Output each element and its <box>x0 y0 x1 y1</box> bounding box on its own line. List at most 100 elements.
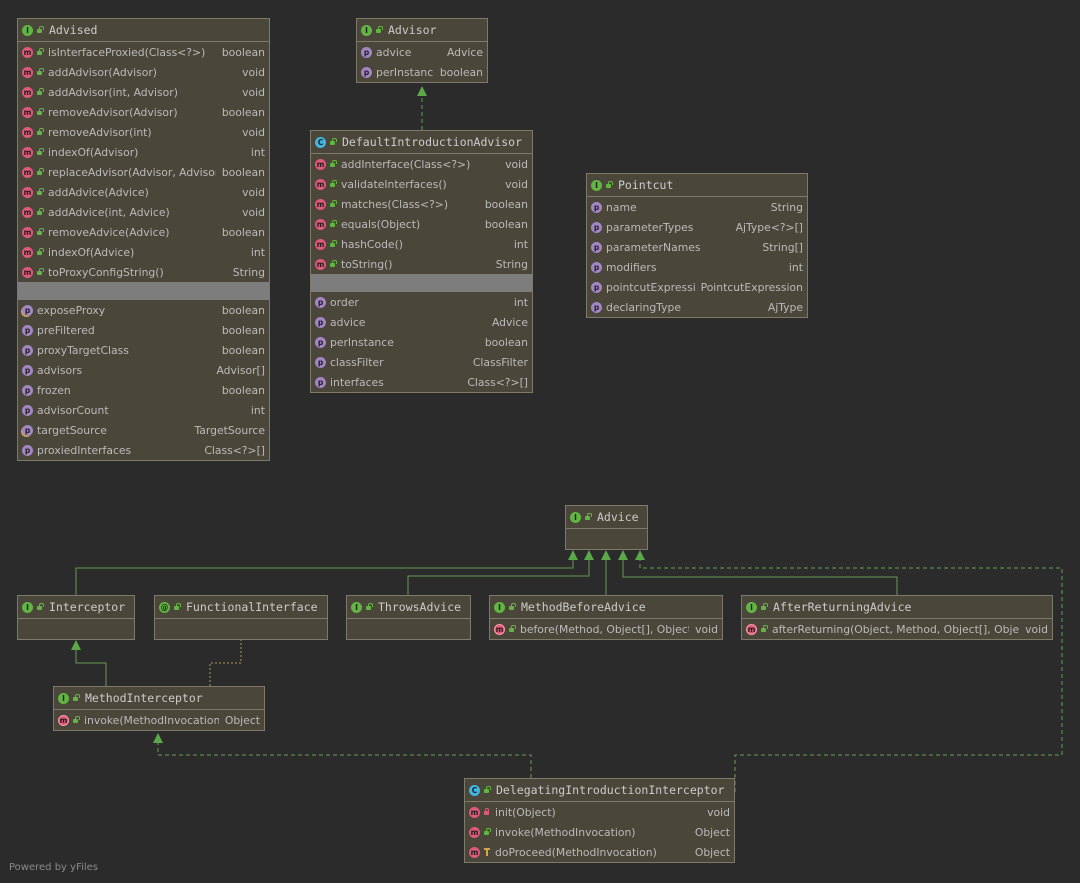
node-methodInterceptor[interactable]: I MethodInterceptor m invoke(MethodInvocati… <box>53 686 265 731</box>
method-row[interactable]: m before(Method, Object[], Object) void <box>490 619 722 639</box>
public-visibility-icon <box>605 181 613 189</box>
property-row[interactable]: p advice Advice <box>357 42 487 62</box>
method-row[interactable]: m validateInterfaces() void <box>311 174 532 194</box>
property-row[interactable]: p order int <box>311 292 532 312</box>
member-name: equals(Object) <box>341 217 421 231</box>
method-icon: m <box>469 826 480 838</box>
public-visibility-icon <box>36 68 44 76</box>
powered-by-footer: Powered by yFiles <box>9 862 98 873</box>
empty-members <box>18 619 134 636</box>
member-type: String <box>495 257 528 271</box>
method-row[interactable]: m indexOf(Advice) int <box>18 242 269 262</box>
member-type: boolean <box>484 197 528 211</box>
annotation-icon: @ <box>159 601 170 613</box>
property-row[interactable]: p proxyTargetClass boolean <box>18 340 269 360</box>
interface-icon: I <box>746 601 757 613</box>
method-row[interactable]: m addAdvice(Advice) void <box>18 182 269 202</box>
property-row[interactable]: p preFiltered boolean <box>18 320 269 340</box>
property-row[interactable]: p perInstance boolean <box>311 332 532 352</box>
method-row[interactable]: m equals(Object) boolean <box>311 214 532 234</box>
property-row[interactable]: p classFilter ClassFilter <box>311 352 532 372</box>
member-type: int <box>788 260 803 274</box>
property-row[interactable]: p parameterNames String[] <box>587 237 807 257</box>
public-visibility-icon <box>584 513 592 521</box>
member-type: boolean <box>484 217 528 231</box>
node-interceptor[interactable]: I Interceptor <box>17 595 135 640</box>
property-row[interactable]: p advisorCount int <box>18 400 269 420</box>
method-row[interactable]: m doProceed(MethodInvocation) Object <box>465 842 734 862</box>
member-name: pointcutExpression <box>606 280 695 294</box>
member-type: Class<?>[] <box>467 375 528 389</box>
property-row[interactable]: p targetSource TargetSource <box>18 420 269 440</box>
method-row[interactable]: m matches(Class<?>) boolean <box>311 194 532 214</box>
node-throwsAdvice[interactable]: I ThrowsAdvice <box>346 595 471 640</box>
method-row[interactable]: m hashCode() int <box>311 234 532 254</box>
method-icon: m <box>22 166 33 178</box>
member-name: proxiedInterfaces <box>37 443 132 457</box>
member-name: doProceed(MethodInvocation) <box>495 845 657 859</box>
property-row[interactable]: p pointcutExpression PointcutExpression <box>587 277 807 297</box>
property-icon: p <box>591 281 602 293</box>
public-visibility-icon <box>36 128 44 136</box>
node-advice[interactable]: I Advice <box>565 505 648 550</box>
node-defaultIntroductionAdvisor[interactable]: C DefaultIntroductionAdvisor m addInterface… <box>310 130 533 393</box>
method-row[interactable]: m addAdvice(int, Advice) void <box>18 202 269 222</box>
method-row[interactable]: m invoke(MethodInvocation) Object <box>54 710 264 730</box>
method-row[interactable]: m toProxyConfigString() String <box>18 262 269 282</box>
property-row[interactable]: p perInstance boolean <box>357 62 487 82</box>
method-row[interactable]: m afterReturning(Object, Method, Object[]… <box>742 619 1052 639</box>
method-icon: m <box>746 623 757 635</box>
method-row[interactable]: m addInterface(Class<?>) void <box>311 154 532 174</box>
method-row[interactable]: m isInterfaceProxied(Class<?>) boolean <box>18 42 269 62</box>
member-type: Advisor[] <box>216 363 265 377</box>
property-row[interactable]: p name String <box>587 197 807 217</box>
public-visibility-icon <box>36 248 44 256</box>
node-title: Advisor <box>388 23 437 37</box>
public-visibility-icon <box>483 828 491 836</box>
method-row[interactable]: m addAdvisor(int, Advisor) void <box>18 82 269 102</box>
protected-visibility-icon <box>483 848 491 856</box>
method-row[interactable]: m removeAdvisor(int) void <box>18 122 269 142</box>
node-functionalInterface[interactable]: @ FunctionalInterface <box>154 595 328 640</box>
method-row[interactable]: m addAdvisor(Advisor) void <box>18 62 269 82</box>
node-afterReturningAdvice[interactable]: I AfterReturningAdvice m afterReturning(Obj… <box>741 595 1053 640</box>
public-visibility-icon <box>329 220 337 228</box>
property-row[interactable]: p interfaces Class<?>[] <box>311 372 532 392</box>
property-row[interactable]: p proxiedInterfaces Class<?>[] <box>18 440 269 460</box>
property-row[interactable]: p advice Advice <box>311 312 532 332</box>
method-icon: m <box>494 623 505 635</box>
method-row[interactable]: m init(Object) void <box>465 802 734 822</box>
method-row[interactable]: m indexOf(Advisor) int <box>18 142 269 162</box>
method-row[interactable]: m toString() String <box>311 254 532 274</box>
property-row[interactable]: p parameterTypes AjType<?>[] <box>587 217 807 237</box>
method-row[interactable]: m invoke(MethodInvocation) Object <box>465 822 734 842</box>
property-row[interactable]: p exposeProxy boolean <box>18 300 269 320</box>
member-name: removeAdvisor(int) <box>48 125 152 139</box>
method-row[interactable]: m removeAdvisor(Advisor) boolean <box>18 102 269 122</box>
node-methodBeforeAdvice[interactable]: I MethodBeforeAdvice m before(Method, Objec… <box>489 595 723 640</box>
method-row[interactable]: m replaceAdvisor(Advisor, Advisor) boolean <box>18 162 269 182</box>
property-row[interactable]: p frozen boolean <box>18 380 269 400</box>
property-icon: p <box>361 46 372 58</box>
property-row[interactable]: p advisors Advisor[] <box>18 360 269 380</box>
public-visibility-icon <box>36 48 44 56</box>
node-advisor[interactable]: I Advisor p advice Advice p perInstance boolean <box>356 18 488 83</box>
member-type: void <box>695 622 718 636</box>
node-delegatingIntroductionInterceptor[interactable]: C DelegatingIntroductionInterceptor m init(… <box>464 778 735 863</box>
method-row[interactable]: m removeAdvice(Advice) boolean <box>18 222 269 242</box>
node-title: FunctionalInterface <box>186 600 318 614</box>
property-row[interactable]: p modifiers int <box>587 257 807 277</box>
member-name: name <box>606 200 637 214</box>
property-icon: p <box>315 376 326 388</box>
node-advised[interactable]: I Advised m isInterfaceProxied(Class<?>) boo… <box>17 18 270 461</box>
property-row[interactable]: p declaringType AjType <box>587 297 807 317</box>
member-name: before(Method, Object[], Object) <box>520 622 690 636</box>
member-type: int <box>250 403 265 417</box>
public-visibility-icon <box>36 208 44 216</box>
member-type: int <box>513 295 528 309</box>
node-pointcut[interactable]: I Pointcut p name String p parameterTypes AjTyp… <box>586 173 808 318</box>
public-visibility-icon <box>375 26 383 34</box>
method-icon: m <box>22 126 33 138</box>
method-icon: m <box>315 218 326 230</box>
method-icon: m <box>22 206 33 218</box>
